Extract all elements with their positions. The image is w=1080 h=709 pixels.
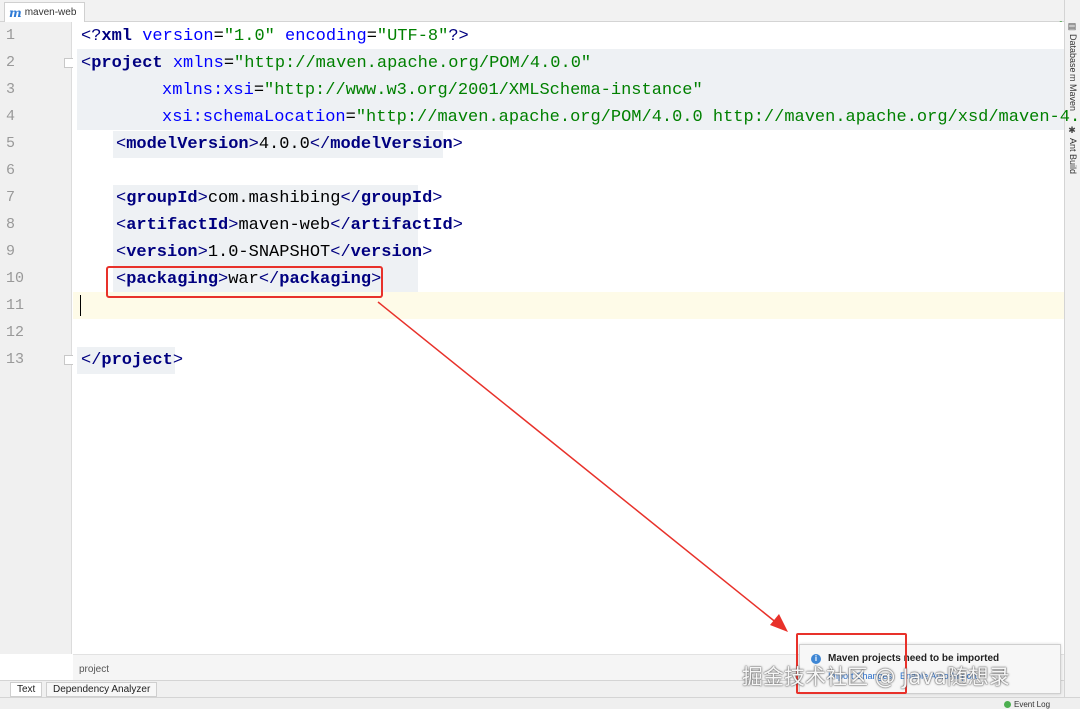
token: > bbox=[248, 135, 259, 154]
token: maven-web bbox=[238, 216, 331, 235]
token: = bbox=[223, 54, 235, 73]
line-number: 12 bbox=[6, 324, 25, 341]
breadcrumb-item[interactable]: project bbox=[79, 664, 109, 675]
tab-maven-web[interactable]: m maven-web bbox=[4, 2, 86, 22]
token: 1.0-SNAPSHOT bbox=[207, 243, 331, 262]
code-line-5: <modelVersion>4.0.0</modelVersion> bbox=[116, 131, 463, 158]
tool-database[interactable]: ▤ Database bbox=[1066, 22, 1080, 73]
token: project bbox=[91, 54, 163, 73]
token: xmlns bbox=[162, 54, 224, 73]
token: < bbox=[81, 54, 92, 73]
token: = bbox=[366, 27, 377, 46]
token: project bbox=[101, 351, 173, 370]
token: > bbox=[432, 189, 443, 208]
token: </ bbox=[330, 243, 351, 262]
token: </ bbox=[309, 135, 331, 154]
event-log-button[interactable]: Event Log bbox=[1004, 700, 1050, 709]
token: > bbox=[422, 243, 433, 262]
tab-label: maven-web bbox=[24, 7, 77, 18]
line-number: 8 bbox=[6, 216, 16, 233]
tab-text[interactable]: Text bbox=[10, 682, 43, 697]
code-editor[interactable]: <?xml version="1.0" encoding="UTF-8"?> <… bbox=[73, 22, 1080, 654]
line-number: 10 bbox=[6, 270, 25, 287]
token: > bbox=[197, 243, 208, 262]
token: < bbox=[116, 216, 127, 235]
token: modelVersion bbox=[126, 135, 249, 154]
event-log-icon bbox=[1004, 701, 1011, 708]
line-number: 13 bbox=[6, 351, 25, 368]
token: version bbox=[132, 27, 214, 46]
token: xmlns:xsi bbox=[162, 81, 254, 100]
token: </ bbox=[330, 216, 351, 235]
editor-tab-bar: m maven-web bbox=[0, 0, 1064, 22]
watermark: 掘金技术社区 @ Java随想录 bbox=[742, 665, 1010, 689]
token: "http://maven.apache.org/POM/4.0.0" bbox=[234, 54, 592, 73]
token: > bbox=[452, 216, 463, 235]
event-log-label: Event Log bbox=[1014, 700, 1051, 709]
token: artifactId bbox=[126, 216, 229, 235]
code-line-13: </project> bbox=[81, 347, 183, 374]
token: </ bbox=[340, 189, 361, 208]
line-number: 5 bbox=[6, 135, 16, 152]
token: > bbox=[452, 135, 463, 154]
line-number: 6 bbox=[6, 162, 16, 179]
token: com.mashibing bbox=[207, 189, 341, 208]
line-number: 9 bbox=[6, 243, 16, 260]
token: version bbox=[126, 243, 198, 262]
token: > bbox=[197, 189, 208, 208]
code-line-3: xmlns:xsi="http://www.w3.org/2001/XMLSch… bbox=[162, 77, 703, 104]
code-line-7: <groupId>com.mashibing</groupId> bbox=[116, 185, 442, 212]
token: < bbox=[116, 135, 127, 154]
line-number: 3 bbox=[6, 81, 16, 98]
token: < bbox=[116, 189, 127, 208]
token: > bbox=[172, 351, 184, 370]
line-number: 7 bbox=[6, 189, 16, 206]
code-line-8: <artifactId>maven-web</artifactId> bbox=[116, 212, 463, 239]
status-bar bbox=[0, 697, 1080, 709]
code-line-1: <?xml version="1.0" encoding="UTF-8"?> bbox=[81, 23, 469, 50]
code-line-2: <project xmlns="http://maven.apache.org/… bbox=[81, 50, 591, 77]
tool-label: Database bbox=[1068, 34, 1078, 73]
token: groupId bbox=[126, 189, 198, 208]
token: "1.0" bbox=[223, 27, 275, 46]
token: < bbox=[116, 243, 127, 262]
token: ?> bbox=[448, 27, 469, 46]
token: "http://www.w3.org/2001/XMLSchema-instan… bbox=[264, 81, 703, 100]
token: = bbox=[345, 108, 356, 127]
annotation-highlight-box bbox=[106, 266, 383, 298]
token: xml bbox=[101, 27, 133, 46]
token: > bbox=[228, 216, 239, 235]
token: groupId bbox=[360, 189, 433, 208]
database-icon: ▤ bbox=[1068, 22, 1078, 32]
line-number-gutter[interactable]: 1 2 3 4 5 6 7 8 9 10 11 12 13 bbox=[0, 22, 74, 654]
line-number: 1 bbox=[6, 27, 16, 44]
maven-icon: m bbox=[9, 5, 22, 20]
text-caret bbox=[80, 295, 81, 316]
token: </ bbox=[81, 351, 102, 370]
line-number: 4 bbox=[6, 108, 16, 125]
code-line-4: xsi:schemaLocation="http://maven.apache.… bbox=[162, 104, 1080, 131]
token: "UTF-8" bbox=[376, 27, 449, 46]
token: "http://maven.apache.org/POM/4.0.0 http:… bbox=[355, 108, 1080, 127]
line-number: 2 bbox=[6, 54, 16, 71]
token: version bbox=[350, 243, 423, 262]
line-number: 11 bbox=[6, 297, 25, 314]
token: = bbox=[213, 27, 224, 46]
token: xsi:schemaLocation bbox=[162, 108, 346, 127]
token: 4.0.0 bbox=[258, 135, 310, 154]
code-line-9: <version>1.0-SNAPSHOT</version> bbox=[116, 239, 432, 266]
token: = bbox=[253, 81, 265, 100]
token: modelVersion bbox=[330, 135, 453, 154]
tab-dependency-analyzer[interactable]: Dependency Analyzer bbox=[46, 682, 158, 697]
tool-ant-build[interactable]: ✱ Ant Build bbox=[1066, 126, 1080, 174]
token: encoding bbox=[274, 27, 367, 46]
token: artifactId bbox=[350, 216, 453, 235]
tool-label: Ant Build bbox=[1068, 138, 1078, 175]
token: <? bbox=[81, 27, 102, 46]
maven-icon: m bbox=[1068, 74, 1078, 82]
